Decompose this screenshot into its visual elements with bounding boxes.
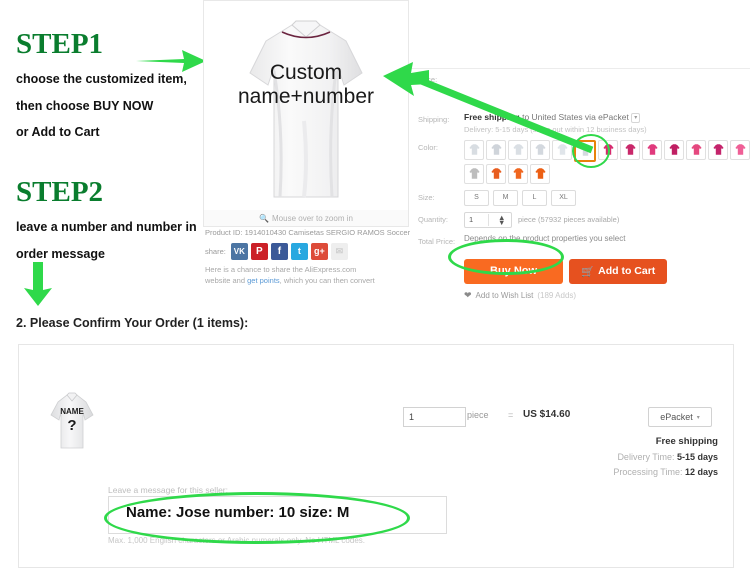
chevron-down-icon[interactable]: ▾ [631, 112, 641, 123]
order-item-thumbnail[interactable]: NAME ? [40, 390, 104, 452]
confirm-order-heading: 2. Please Confirm Your Order (1 items): [16, 316, 249, 330]
zoom-hint[interactable]: 🔍 Mouse over to zoom in [203, 210, 409, 227]
order-equals-sign: = [508, 410, 514, 420]
processing-time-label: Processing Time: [613, 467, 683, 477]
size-option-xl[interactable]: XL [551, 189, 576, 206]
zoom-hint-label: Mouse over to zoom in [272, 213, 353, 223]
size-option-list: S M L XL [464, 189, 750, 206]
product-image[interactable]: Custom name+number [203, 0, 409, 214]
share-note-line1: Here is a chance to share the AliExpress… [205, 264, 357, 274]
quantity-value: 1 [469, 215, 474, 225]
order-unit-price: US $14.60 [523, 409, 571, 420]
cart-icon: 🛒 [581, 265, 595, 278]
shipping-method-value: ePacket [660, 412, 693, 422]
step2-title: STEP2 [16, 176, 104, 208]
email-share-icon[interactable]: ✉ [330, 242, 348, 260]
delivery-time-value: 5-15 days [676, 452, 718, 462]
step1-line-1: choose the customized item, [16, 72, 187, 86]
add-to-cart-label: Add to Cart [598, 265, 656, 278]
share-label: share: [205, 246, 226, 256]
color-swatch-orange-2[interactable] [508, 163, 528, 184]
order-delivery-time: Delivery Time: 5-15 days [617, 452, 718, 462]
quantity-label: Quantity: [418, 214, 449, 224]
step1-line-2: then choose BUY NOW [16, 98, 154, 113]
order-quantity-input[interactable]: 1 [403, 407, 466, 427]
image-overlay-line-1: Custom [269, 61, 343, 84]
svg-text:?: ? [67, 417, 76, 434]
quantity-row: Quantity: 1 ▲ ▼ piece (57932 pieces avail… [410, 209, 750, 231]
wishlist-count: (189 Adds) [537, 290, 577, 300]
chevron-down-icon: ▾ [696, 414, 700, 421]
color-swatch-pink-3[interactable] [642, 139, 662, 160]
quantity-spinner-icon[interactable]: ▲ ▼ [487, 214, 512, 226]
size-option-s[interactable]: S [464, 189, 489, 206]
share-row: share: VK P f t g+ ✉ [205, 242, 410, 260]
image-overlay-text: Custom name+number [204, 61, 408, 109]
quantity-stepper[interactable]: 1 ▲ ▼ [464, 211, 512, 228]
arrow-head-to-image-icon [383, 60, 429, 98]
size-label: Size: [418, 192, 435, 202]
arrow-right-icon [136, 48, 206, 74]
color-swatch-orange-1[interactable] [486, 163, 506, 184]
share-note-line2a: website and [205, 275, 248, 285]
share-note-line2b: , which you can then convert [279, 275, 375, 285]
color-swatch-pink-light[interactable] [730, 139, 750, 160]
add-to-wishlist[interactable]: ❤ Add to Wish List (189 Adds) [410, 290, 750, 301]
step1-line-3: or Add to Cart [16, 125, 100, 139]
twitter-share-icon[interactable]: t [290, 242, 308, 260]
order-processing-time: Processing Time: 12 days [613, 467, 718, 477]
color-swatch-orange-3[interactable] [530, 163, 550, 184]
step2-line-1: leave a number and number in [16, 220, 197, 234]
wishlist-label: Add to Wish List [475, 290, 534, 300]
product-meta: Product ID: 1914010430 Camisetas SERGIO … [205, 228, 410, 287]
total-price-label: Total Price: [418, 236, 456, 246]
magnifier-icon: 🔍 [259, 213, 270, 223]
image-overlay-line-2: name+number [238, 85, 374, 109]
svg-text:NAME: NAME [60, 407, 84, 416]
order-piece-label: piece [467, 410, 489, 420]
color-swatch-pink-4[interactable] [686, 139, 706, 160]
processing-time-value: 12 days [684, 467, 718, 477]
facebook-share-icon[interactable]: f [270, 242, 288, 260]
shipping-method-select[interactable]: ePacket ▾ [648, 407, 712, 427]
annotation-ellipse-message [104, 492, 410, 544]
arrow-to-swatch-icon [400, 66, 600, 166]
size-option-m[interactable]: M [493, 189, 518, 206]
share-note: Here is a chance to share the AliExpress… [205, 265, 410, 287]
quantity-availability: piece (57932 pieces available) [518, 215, 620, 225]
arrow-down-icon [22, 262, 54, 306]
vk-share-icon[interactable]: VK [230, 242, 248, 260]
heart-icon: ❤ [464, 289, 472, 300]
size-option-l[interactable]: L [522, 189, 547, 206]
get-points-link[interactable]: get points [247, 276, 280, 285]
pinterest-share-icon[interactable]: P [250, 242, 268, 260]
step2-block: STEP2 leave a number and number in order… [16, 178, 226, 274]
product-id-line: Product ID: 1914010430 Camisetas SERGIO … [205, 228, 410, 237]
color-swatch-magenta-2[interactable] [708, 139, 728, 160]
page-root: STEP1 choose the customized item, then c… [0, 0, 750, 584]
size-row: Size: S M L XL [410, 187, 750, 209]
google-plus-share-icon[interactable]: g+ [310, 242, 328, 260]
order-free-shipping: Free shipping [655, 436, 718, 447]
annotation-ellipse-buy-now [448, 239, 564, 275]
step2-line-2: order message [16, 246, 105, 261]
color-swatch-pink-2[interactable] [620, 139, 640, 160]
add-to-cart-button[interactable]: 🛒 Add to Cart [569, 258, 668, 284]
color-swatch-magenta-1[interactable] [664, 139, 684, 160]
delivery-time-label: Delivery Time: [617, 452, 675, 462]
color-swatch-grey-lock[interactable] [464, 163, 484, 184]
